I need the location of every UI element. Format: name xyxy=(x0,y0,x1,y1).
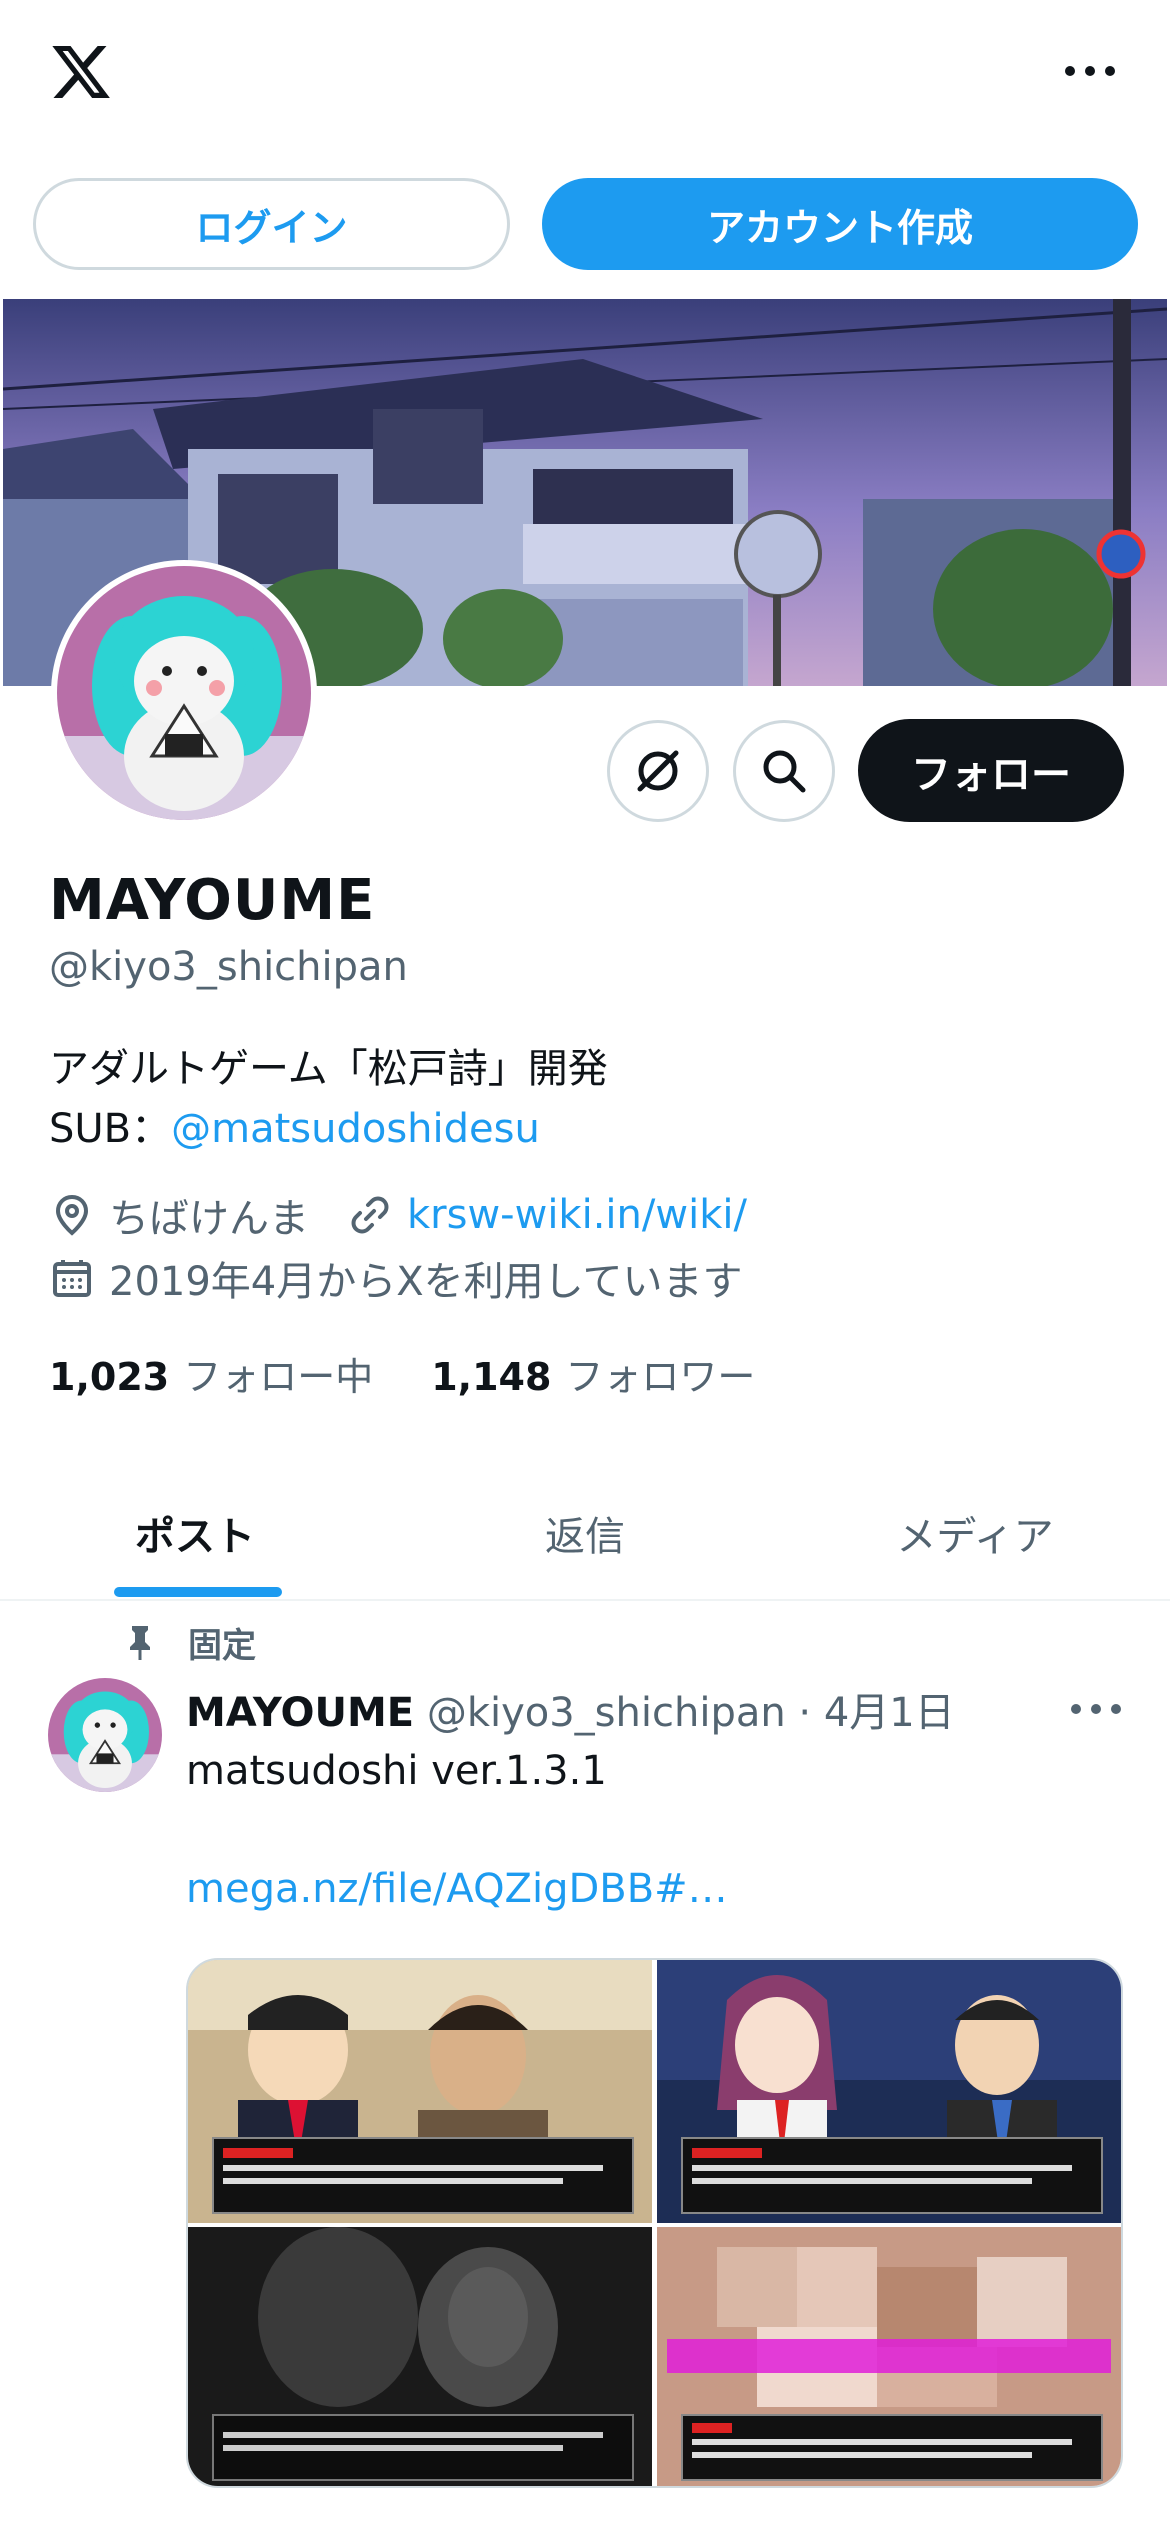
post-media-image[interactable] xyxy=(188,2227,652,2486)
grok-icon xyxy=(637,750,679,792)
user-handle: @kiyo3_shichipan xyxy=(49,944,408,990)
post-separator: · xyxy=(785,1690,824,1736)
followers-label: フォロワー xyxy=(565,1355,756,1399)
follow-button[interactable]: フォロー xyxy=(858,719,1124,822)
display-name: MAYOUME xyxy=(49,868,376,933)
profile-avatar[interactable] xyxy=(51,560,317,826)
post-author-name[interactable]: MAYOUME xyxy=(186,1690,414,1736)
post-author-avatar[interactable] xyxy=(48,1678,162,1792)
followers-link[interactable]: 1,148 フォロワー xyxy=(431,1346,755,1401)
post-more-icon[interactable] xyxy=(1068,1696,1124,1722)
auth-buttons: ログイン アカウント作成 xyxy=(0,178,1170,272)
post-media-grid xyxy=(186,1958,1123,2488)
top-bar xyxy=(0,0,1170,150)
create-account-button[interactable]: アカウント作成 xyxy=(542,178,1138,270)
follow-stats: 1,023 フォロー中 1,148 フォロワー xyxy=(49,1346,755,1401)
post-header: MAYOUME @kiyo3_shichipan · 4月1日 xyxy=(186,1680,955,1738)
pin-icon xyxy=(130,1626,150,1660)
location-icon xyxy=(55,1194,89,1236)
tab-media[interactable]: メディア xyxy=(780,1465,1170,1601)
search-icon xyxy=(763,750,806,793)
post-media-image[interactable] xyxy=(188,1960,652,2223)
media-image-4 xyxy=(657,2227,1121,2486)
bio-text: アダルトゲーム「松戸詩」開発 xyxy=(49,1046,608,1092)
more-horizontal-icon[interactable] xyxy=(1060,56,1120,86)
active-tab-indicator xyxy=(114,1587,282,1597)
post-media-image[interactable] xyxy=(657,1960,1121,2223)
post-text: matsudoshi ver.1.3.1 xyxy=(186,1748,607,1794)
tab-posts[interactable]: ポスト xyxy=(0,1465,390,1601)
search-button[interactable] xyxy=(733,720,835,822)
followers-count: 1,148 xyxy=(431,1355,552,1399)
location-text: ちばけんま xyxy=(109,1196,309,1242)
following-link[interactable]: 1,023 フォロー中 xyxy=(49,1346,373,1401)
bio-mention-link[interactable]: @matsudoshidesu xyxy=(171,1106,540,1152)
bio-sub-line: SUB：@matsudoshidesu xyxy=(49,1096,540,1154)
tab-replies[interactable]: 返信 xyxy=(390,1465,780,1601)
media-image-1 xyxy=(188,1960,652,2223)
media-image-3 xyxy=(188,2227,652,2486)
media-image-2 xyxy=(657,1960,1121,2223)
post-link[interactable]: mega.nz/file/AQZigDBB#… xyxy=(186,1866,728,1912)
grok-button[interactable] xyxy=(607,720,709,822)
bio-sub-prefix: SUB： xyxy=(49,1106,172,1152)
post-media-image[interactable] xyxy=(657,2227,1121,2486)
joined-text: 2019年4月からXを利用しています xyxy=(109,1259,743,1305)
avatar-image xyxy=(57,566,311,820)
post-date[interactable]: 4月1日 xyxy=(824,1690,955,1736)
website-link[interactable]: krsw-wiki.in/wiki/ xyxy=(407,1192,747,1238)
post-avatar-image xyxy=(48,1678,162,1792)
pinned-label: 固定 xyxy=(188,1625,256,1666)
calendar-icon xyxy=(53,1260,91,1297)
link-icon xyxy=(351,1196,389,1234)
login-button[interactable]: ログイン xyxy=(33,178,510,270)
joined-row: 2019年4月からXを利用しています xyxy=(49,1252,743,1305)
post-author-handle[interactable]: @kiyo3_shichipan xyxy=(427,1690,786,1736)
profile-meta-row: ちばけんま krsw-wiki.in/wiki/ xyxy=(49,1189,747,1242)
following-count: 1,023 xyxy=(49,1355,170,1399)
profile-tabs: ポスト 返信 メディア xyxy=(0,1465,1170,1601)
following-label: フォロー中 xyxy=(183,1355,374,1399)
x-logo-icon[interactable] xyxy=(46,40,116,104)
pinned-label-row: 固定 xyxy=(120,1618,256,1666)
